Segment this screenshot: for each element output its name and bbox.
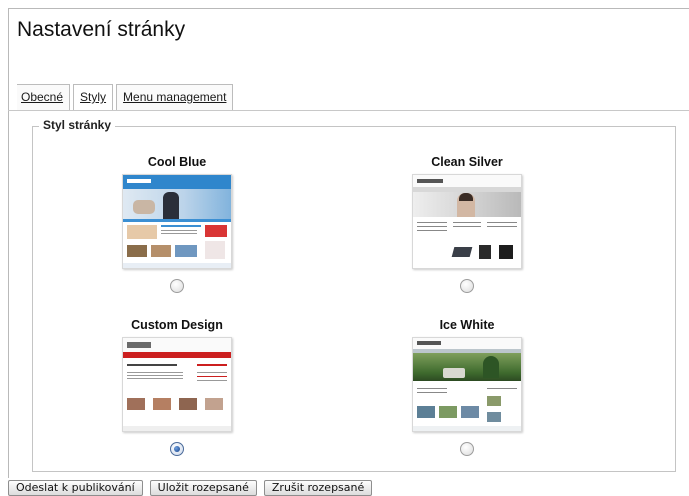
- style-name: Ice White: [439, 318, 495, 332]
- page-title: Nastavení stránky: [17, 18, 186, 41]
- custom-design-preview-image: [122, 337, 232, 432]
- tab-menu-management[interactable]: Menu management: [116, 84, 234, 110]
- tab-divider: [8, 110, 689, 111]
- style-name: Clean Silver: [431, 155, 503, 169]
- style-radio-ice-white[interactable]: [460, 442, 474, 456]
- style-option-cool-blue: Cool Blue: [97, 154, 257, 293]
- style-option-custom-design: Custom Design: [97, 317, 257, 456]
- style-radio-cool-blue[interactable]: [170, 279, 184, 293]
- style-fieldset-legend: Styl stránky: [39, 118, 116, 132]
- style-name: Cool Blue: [147, 155, 207, 169]
- style-radio-custom-design[interactable]: [170, 442, 184, 456]
- submit-for-publishing-button[interactable]: Odeslat k publikování: [8, 480, 143, 496]
- tab-bar: Obecné Styly Menu management: [17, 84, 236, 111]
- discard-draft-button[interactable]: Zrušit rozepsané: [263, 480, 373, 496]
- tab-styly[interactable]: Styly: [73, 84, 114, 111]
- action-buttons: Odeslat k publikování Uložit rozepsané Z…: [8, 480, 379, 496]
- save-draft-button[interactable]: Uložit rozepsané: [149, 480, 257, 496]
- style-option-ice-white: Ice White: [387, 317, 547, 456]
- ice-white-preview-image: [412, 337, 522, 432]
- style-name: Custom Design: [131, 318, 223, 332]
- clean-silver-preview-image: [412, 174, 522, 269]
- style-option-clean-silver: Clean Silver: [387, 154, 547, 293]
- tab-obecne[interactable]: Obecné: [17, 84, 71, 110]
- cool-blue-preview-image: [122, 174, 232, 269]
- style-radio-clean-silver[interactable]: [460, 279, 474, 293]
